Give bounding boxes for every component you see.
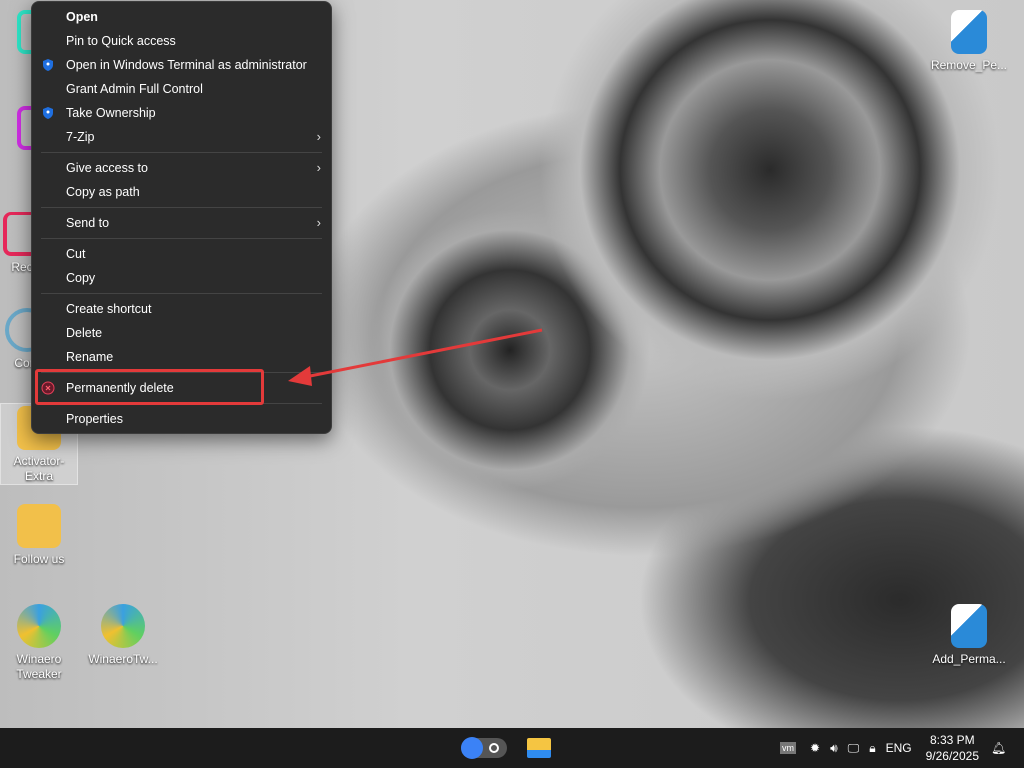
icon-label: Follow us: [13, 552, 65, 566]
desktop-icon-winaero-tweaker[interactable]: Winaero Tweaker: [0, 604, 78, 682]
file-explorer-icon[interactable]: [527, 738, 551, 758]
vmware-tray-icon[interactable]: vm: [780, 742, 796, 754]
menu-item-take-ownership[interactable]: Take Ownership: [32, 101, 331, 125]
desktop-icon-winaero-shortcut[interactable]: WinaeroTw...: [84, 604, 162, 667]
menu-item-properties[interactable]: Properties: [32, 407, 331, 431]
chevron-right-icon: ›: [316, 215, 321, 230]
label: Copy as path: [66, 185, 140, 199]
label: Open in Windows Terminal as administrato…: [66, 58, 307, 72]
highlight-box: [35, 369, 264, 405]
label: Cut: [66, 247, 86, 261]
label: Create shortcut: [66, 302, 152, 316]
winaero-icon: [17, 604, 61, 648]
menu-item-send-to[interactable]: Send to ›: [32, 211, 331, 235]
label: Properties: [66, 412, 123, 426]
menu-item-open-terminal-admin[interactable]: Open in Windows Terminal as administrato…: [32, 53, 331, 77]
desktop-icon-follow-us[interactable]: Follow us: [0, 504, 78, 567]
clock[interactable]: 8:33 PM 9/26/2025: [926, 732, 979, 764]
menu-item-copy-as-path[interactable]: Copy as path: [32, 180, 331, 204]
chevron-right-icon: ›: [316, 129, 321, 144]
brightness-icon[interactable]: ✹: [810, 741, 820, 755]
menu-item-pin-quick-access[interactable]: Pin to Quick access: [32, 29, 331, 53]
time: 8:33 PM: [929, 733, 975, 747]
menu-item-grant-admin[interactable]: Grant Admin Full Control: [32, 77, 331, 101]
usb-device-icon[interactable]: 🔒︎: [869, 741, 875, 756]
folder-icon: [17, 504, 61, 548]
taskbar: vm ✹ 🔊︎ 🖵︎ 🔒︎ ENG 8:33 PM 9/26/2025 🔔︎: [0, 728, 1024, 768]
winaero-icon: [101, 604, 145, 648]
annotation-arrow: [288, 328, 543, 386]
shield-icon: [43, 59, 53, 71]
icon-label: WinaeroTw...: [88, 652, 158, 666]
separator: [41, 152, 322, 153]
label: Pin to Quick access: [66, 34, 176, 48]
menu-item-create-shortcut[interactable]: Create shortcut: [32, 297, 331, 321]
label: Delete: [66, 326, 103, 340]
label: 7-Zip: [66, 130, 95, 144]
menu-item-7zip[interactable]: 7-Zip ›: [32, 125, 331, 149]
icon-label: Add_Perma...: [932, 652, 1006, 666]
label: Open: [66, 10, 98, 24]
registry-file-icon: [951, 10, 987, 54]
label: Send to: [66, 216, 110, 230]
separator: [41, 207, 322, 208]
icon-label: Winaero Tweaker: [16, 652, 62, 681]
registry-file-icon: [951, 604, 987, 648]
shield-icon: [43, 107, 53, 119]
icon-label: Remove_Pe...: [930, 58, 1008, 72]
desktop-icon-add-reg[interactable]: Add_Perma...: [930, 604, 1008, 667]
chevron-right-icon: ›: [316, 160, 321, 175]
separator: [41, 293, 322, 294]
menu-item-open[interactable]: Open: [32, 5, 331, 29]
label: Take Ownership: [66, 106, 156, 120]
menu-item-give-access[interactable]: Give access to ›: [32, 156, 331, 180]
label: Copy: [66, 271, 96, 285]
desktop-icon-remove-reg[interactable]: Remove_Pe...: [930, 10, 1008, 73]
volume-icon[interactable]: 🔊︎: [830, 741, 838, 756]
separator: [41, 238, 322, 239]
language-indicator[interactable]: ENG: [886, 741, 912, 755]
network-icon[interactable]: 🖵︎: [848, 741, 860, 756]
label: Grant Admin Full Control: [66, 82, 203, 96]
label: Rename: [66, 350, 114, 364]
toggle-app-icon[interactable]: [461, 737, 507, 759]
notification-bell-icon[interactable]: 🔔︎: [991, 741, 1006, 755]
menu-item-copy[interactable]: Copy: [32, 266, 331, 290]
menu-item-cut[interactable]: Cut: [32, 242, 331, 266]
icon-label: Activator-Extra: [13, 454, 65, 483]
label: Give access to: [66, 161, 148, 175]
date: 9/26/2025: [925, 749, 979, 763]
